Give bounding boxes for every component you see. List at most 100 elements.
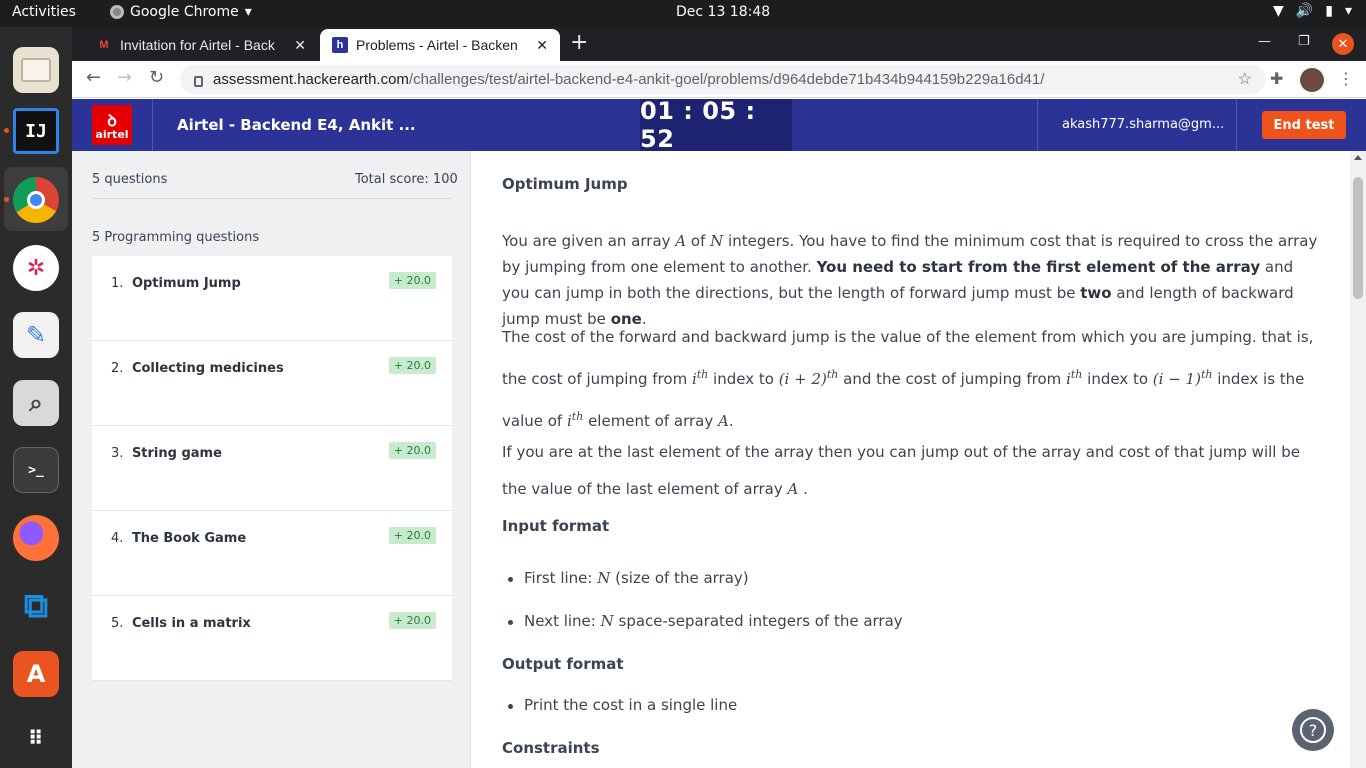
- back-icon[interactable]: ←: [86, 67, 101, 88]
- url-path: /challenges/test/airtel-backend-e4-ankit…: [408, 71, 1045, 88]
- scroll-up-icon[interactable]: [1354, 155, 1362, 160]
- question-number: 5.: [111, 616, 124, 631]
- question-number: 3.: [111, 446, 124, 461]
- question-name: Cells in a matrix: [131, 616, 251, 631]
- minimize-icon[interactable]: —: [1258, 34, 1271, 49]
- problem-statement: Optimum Jump You are given an array A of…: [472, 151, 1350, 768]
- problem-paragraph-3: If you are at the last element of the ar…: [502, 443, 1300, 498]
- end-test-button[interactable]: End test: [1262, 111, 1346, 139]
- total-score: Total score: 100: [355, 172, 458, 187]
- section-heading: 5 Programming questions: [92, 230, 260, 245]
- application-dock: IJ ✲ ✎ ⌕ >_ ⧉ A ⠿: [0, 27, 72, 768]
- vscode-icon[interactable]: ⧉: [13, 583, 59, 629]
- close-window-button[interactable]: ✕: [1332, 33, 1354, 55]
- question-item-1[interactable]: 1. Optimum Jump + 20.0: [92, 256, 452, 341]
- question-number: 4.: [111, 531, 124, 546]
- input-format-heading: Input format: [502, 517, 610, 535]
- list-item: First line: N (size of the array): [508, 569, 749, 587]
- score-badge: + 20.0: [388, 527, 436, 544]
- image-viewer-icon[interactable]: ⌕: [13, 380, 59, 426]
- tab-title: Invitation for Airtel - Back: [120, 37, 275, 53]
- profile-avatar[interactable]: [1300, 68, 1324, 92]
- airtel-swirl-icon: ꝺ: [107, 111, 117, 130]
- problem-paragraph-2: The cost of the forward and backward jum…: [502, 328, 1314, 430]
- files-icon[interactable]: [13, 47, 59, 93]
- text-editor-icon[interactable]: ✎: [13, 312, 59, 358]
- chevron-down-icon: ▾: [244, 4, 252, 20]
- test-header: ꝺ airtel Airtel - Backend E4, Ankit ... …: [72, 97, 1366, 153]
- activities-button[interactable]: Activities: [12, 4, 76, 20]
- question-count: 5 questions: [92, 172, 168, 187]
- browser-toolbar: ← → ↻ assessment.hackerearth.com/challen…: [72, 61, 1366, 98]
- score-badge: + 20.0: [388, 272, 436, 289]
- url-host: assessment.hackerearth.com: [213, 71, 409, 88]
- help-button[interactable]: ?: [1292, 709, 1334, 751]
- tab-problems[interactable]: h Problems - Airtel - Backen ✕: [320, 29, 560, 61]
- list-item: Print the cost in a single line: [507, 696, 738, 714]
- question-item-5[interactable]: 5. Cells in a matrix + 20.0: [92, 596, 452, 681]
- constraints-heading: Constraints: [502, 739, 600, 757]
- score-badge: + 20.0: [388, 357, 436, 374]
- question-item-2[interactable]: 2. Collecting medicines + 20.0: [92, 341, 452, 426]
- divider: [1236, 99, 1237, 151]
- question-name: Collecting medicines: [131, 361, 284, 376]
- close-icon[interactable]: ✕: [536, 37, 548, 54]
- address-bar[interactable]: assessment.hackerearth.com/challenges/te…: [180, 65, 1266, 94]
- lock-icon: [194, 76, 203, 87]
- problem-paragraph-1: You are given an array A of N integers. …: [502, 232, 1318, 328]
- tab-title: Problems - Airtel - Backen: [356, 37, 518, 53]
- chrome-icon[interactable]: [13, 177, 59, 223]
- running-indicator: [4, 197, 9, 202]
- question-item-4[interactable]: 4. The Book Game + 20.0: [92, 511, 452, 596]
- close-icon[interactable]: ✕: [294, 37, 306, 54]
- question-name: Optimum Jump: [131, 276, 241, 291]
- question-name: The Book Game: [131, 531, 247, 546]
- user-email[interactable]: akash777.sharma@gm...: [1062, 117, 1224, 132]
- question-sidebar: 5 questions Total score: 100 5 Programmi…: [72, 151, 471, 768]
- battery-icon: ▮: [1325, 3, 1333, 19]
- output-format-heading: Output format: [502, 655, 624, 673]
- wifi-icon: ▼: [1273, 3, 1284, 19]
- countdown-timer: 01 : 05 : 52: [640, 97, 792, 153]
- running-indicator: [4, 128, 9, 133]
- chrome-icon: [110, 5, 124, 19]
- logo-text: airtel: [95, 128, 129, 141]
- question-number: 2.: [111, 361, 124, 376]
- hackerearth-icon: h: [332, 37, 348, 53]
- scrollbar[interactable]: [1350, 151, 1366, 768]
- maximize-icon[interactable]: ❐: [1298, 34, 1310, 49]
- divider: [1037, 99, 1038, 151]
- list-item: Next line: N space-separated integers of…: [508, 612, 903, 630]
- question-name: String game: [131, 446, 222, 461]
- test-title: Airtel - Backend E4, Ankit ...: [177, 116, 416, 134]
- extensions-icon[interactable]: ✚: [1270, 69, 1283, 88]
- system-tray[interactable]: ▼ 🔊 ▮ ▾: [1273, 3, 1352, 19]
- bookmark-star-icon[interactable]: ☆: [1238, 69, 1252, 89]
- gmail-icon: M: [99, 39, 109, 51]
- more-menu-icon[interactable]: ⋮: [1338, 69, 1354, 88]
- question-item-3[interactable]: 3. String game + 20.0: [92, 426, 452, 511]
- show-applications-icon[interactable]: ⠿: [13, 715, 59, 761]
- divider: [92, 198, 452, 199]
- divider: [152, 99, 153, 151]
- forward-icon[interactable]: →: [117, 67, 132, 88]
- intellij-icon[interactable]: IJ: [13, 108, 59, 154]
- help-icon: ?: [1300, 717, 1326, 743]
- reload-icon[interactable]: ↻: [149, 67, 164, 88]
- scrollbar-thumb[interactable]: [1353, 177, 1363, 299]
- software-center-icon[interactable]: A: [13, 651, 59, 697]
- app-menu[interactable]: Google Chrome ▾: [110, 4, 252, 20]
- terminal-icon[interactable]: >_: [13, 447, 59, 493]
- volume-icon: 🔊: [1295, 3, 1314, 19]
- score-badge: + 20.0: [388, 442, 436, 459]
- tab-invitation[interactable]: M Invitation for Airtel - Back ✕: [84, 29, 318, 61]
- system-clock[interactable]: Dec 13 18:48: [676, 4, 770, 20]
- question-list: 1. Optimum Jump + 20.0 2. Collecting med…: [92, 256, 452, 681]
- firefox-icon[interactable]: [13, 515, 59, 561]
- browser-tab-strip: M Invitation for Airtel - Back ✕ h Probl…: [72, 27, 1366, 61]
- app-menu-label: Google Chrome: [130, 4, 239, 20]
- new-tab-button[interactable]: +: [570, 32, 588, 54]
- chevron-down-icon: ▾: [1344, 3, 1352, 19]
- slack-icon[interactable]: ✲: [13, 245, 59, 291]
- question-number: 1.: [111, 276, 124, 291]
